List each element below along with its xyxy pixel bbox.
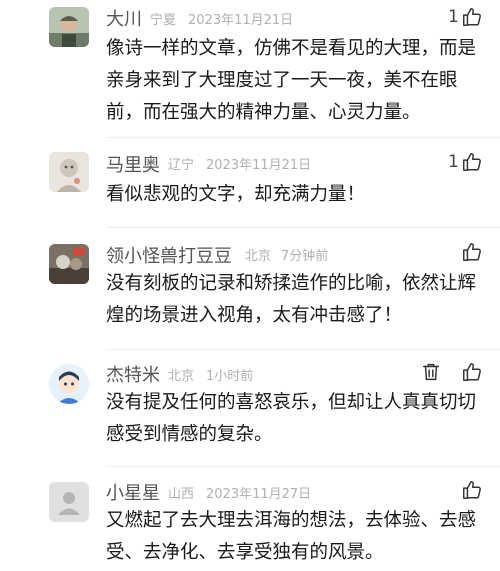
avatar[interactable] xyxy=(49,364,89,404)
trash-icon[interactable] xyxy=(420,361,442,383)
comment-text: 看似悲观的文字，却充满力量！ xyxy=(106,184,366,205)
username[interactable]: 马里奥 xyxy=(106,151,160,177)
thumbs-up-icon[interactable] xyxy=(461,6,483,28)
divider xyxy=(106,466,500,467)
comment-text: 像诗一样的文章，仿佛不是看见的大理，而是亲身来到了大理度过了一天一夜，美不在眼前… xyxy=(106,38,477,123)
divider xyxy=(106,137,500,138)
timestamp: 7分钟前 xyxy=(281,249,329,264)
avatar[interactable] xyxy=(49,152,89,192)
thumbs-up-icon[interactable] xyxy=(461,241,483,263)
comment-text: 没有刻板的记录和矫揉造作的比喻，依然让辉煌的场景进入视角，太有冲击感了！ xyxy=(106,273,477,326)
location: 辽宁 xyxy=(168,158,195,173)
thumbs-up-icon[interactable] xyxy=(461,479,483,501)
timestamp: 1小时前 xyxy=(206,369,254,384)
like-count: 1 xyxy=(448,7,459,27)
username[interactable]: 领小怪兽打豆豆 xyxy=(106,242,232,268)
divider xyxy=(106,349,500,350)
avatar[interactable] xyxy=(49,244,89,284)
comment-text: 又燃起了去大理去洱海的想法，去体验、去感受、去净化、去享受独有的风景。 xyxy=(106,510,477,563)
avatar[interactable] xyxy=(49,482,89,522)
divider xyxy=(106,227,500,228)
location: 宁夏 xyxy=(150,13,177,28)
username[interactable]: 小星星 xyxy=(106,479,160,505)
timestamp: 2023年11月27日 xyxy=(206,487,312,502)
like-count: 1 xyxy=(448,152,459,172)
timestamp: 2023年11月21日 xyxy=(206,158,312,173)
timestamp: 2023年11月21日 xyxy=(188,13,294,28)
thumbs-up-icon[interactable] xyxy=(461,361,483,383)
location: 北京 xyxy=(245,249,272,264)
location: 北京 xyxy=(168,369,195,384)
location: 山西 xyxy=(168,487,195,502)
thumbs-up-icon[interactable] xyxy=(461,151,483,173)
avatar[interactable] xyxy=(49,7,89,47)
username[interactable]: 杰特米 xyxy=(106,361,160,387)
comment-text: 没有提及任何的喜怒哀乐，但却让人真真切切感受到情感的复杂。 xyxy=(106,392,477,445)
username[interactable]: 大川 xyxy=(106,5,142,31)
